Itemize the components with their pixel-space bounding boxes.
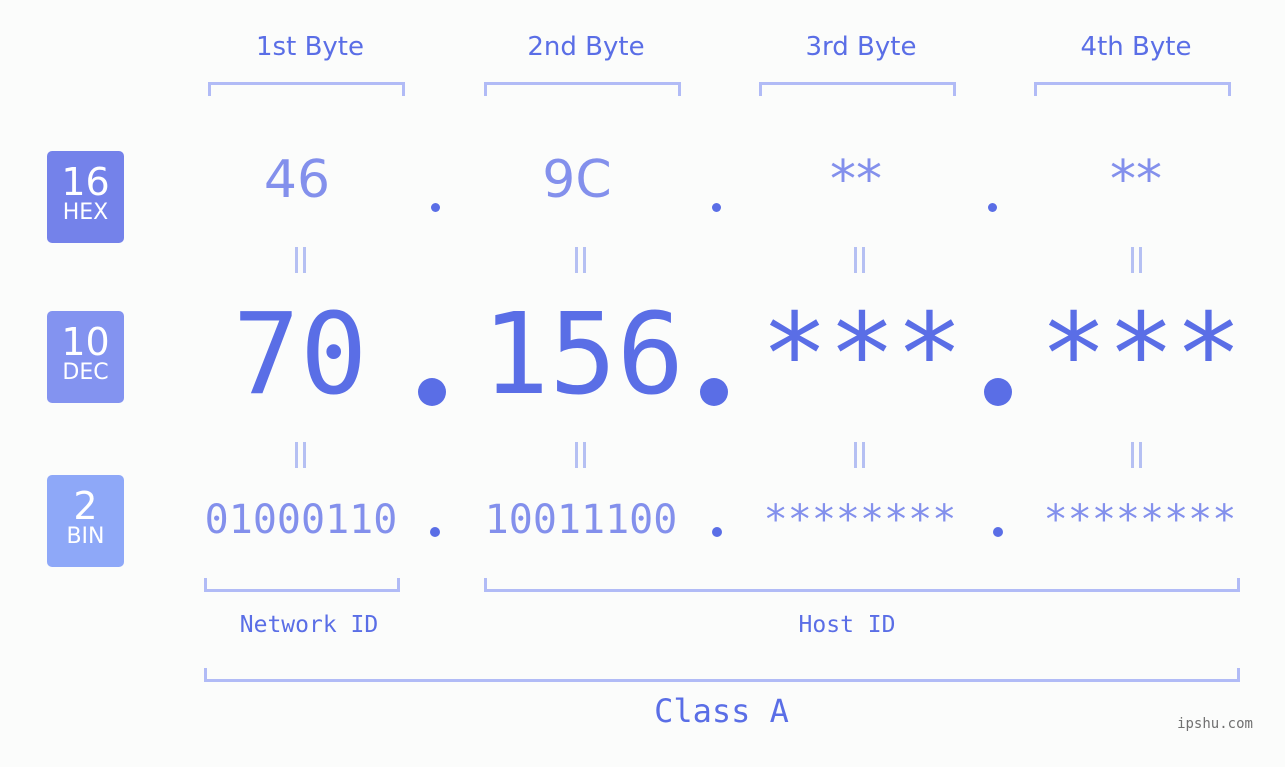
byte-header-1: 1st Byte <box>256 32 364 62</box>
hex-byte-3: ** <box>830 150 882 210</box>
class-label: Class A <box>654 692 789 730</box>
byte-bracket-2 <box>484 82 681 96</box>
equals-icon <box>1126 247 1146 273</box>
hex-badge-number: 16 <box>61 160 110 204</box>
bin-byte-4: ******** <box>1043 497 1237 543</box>
dec-byte-4: *** <box>1039 290 1243 420</box>
hex-byte-4: ** <box>1110 150 1162 210</box>
byte-bracket-3 <box>759 82 956 96</box>
bin-separator-3 <box>993 527 1003 537</box>
dec-badge-label: DEC <box>62 360 109 385</box>
byte-header-3: 3rd Byte <box>805 32 917 62</box>
watermark: ipshu.com <box>1177 716 1253 732</box>
bin-byte-2: 10011100 <box>484 497 678 543</box>
dec-byte-3: *** <box>760 290 964 420</box>
byte-header-4: 4th Byte <box>1080 32 1192 62</box>
bin-byte-3: ******** <box>763 497 957 543</box>
bin-badge-label: BIN <box>66 524 105 549</box>
bin-badge: 2 BIN <box>47 475 124 567</box>
byte-header-2: 2nd Byte <box>527 32 645 62</box>
equals-icon <box>849 442 869 468</box>
bin-separator-2 <box>712 527 722 537</box>
host-id-label: Host ID <box>798 612 896 638</box>
dec-byte-2: 156 <box>481 290 685 420</box>
hex-separator-2 <box>712 203 721 212</box>
equals-icon <box>570 442 590 468</box>
hex-byte-1: 46 <box>263 150 331 210</box>
dec-separator-1 <box>418 378 446 406</box>
host-id-bracket <box>484 578 1240 592</box>
equals-icon <box>570 247 590 273</box>
class-bracket <box>204 668 1240 682</box>
dec-byte-1: 70 <box>232 290 368 420</box>
equals-icon <box>849 247 869 273</box>
bin-byte-1: 01000110 <box>204 497 398 543</box>
hex-byte-2: 9C <box>542 150 612 210</box>
byte-bracket-4 <box>1034 82 1231 96</box>
equals-icon <box>290 247 310 273</box>
hex-badge: 16 HEX <box>47 151 124 243</box>
dec-badge: 10 DEC <box>47 311 124 403</box>
bin-badge-number: 2 <box>73 484 98 528</box>
hex-badge-label: HEX <box>62 200 109 225</box>
dec-separator-2 <box>700 378 728 406</box>
equals-icon <box>290 442 310 468</box>
network-id-label: Network ID <box>239 612 379 638</box>
equals-icon <box>1126 442 1146 468</box>
network-id-bracket <box>204 578 400 592</box>
byte-bracket-1 <box>208 82 405 96</box>
dec-badge-number: 10 <box>61 320 110 364</box>
dec-separator-3 <box>984 378 1012 406</box>
bin-separator-1 <box>430 527 440 537</box>
hex-separator-3 <box>988 203 997 212</box>
hex-separator-1 <box>431 203 440 212</box>
